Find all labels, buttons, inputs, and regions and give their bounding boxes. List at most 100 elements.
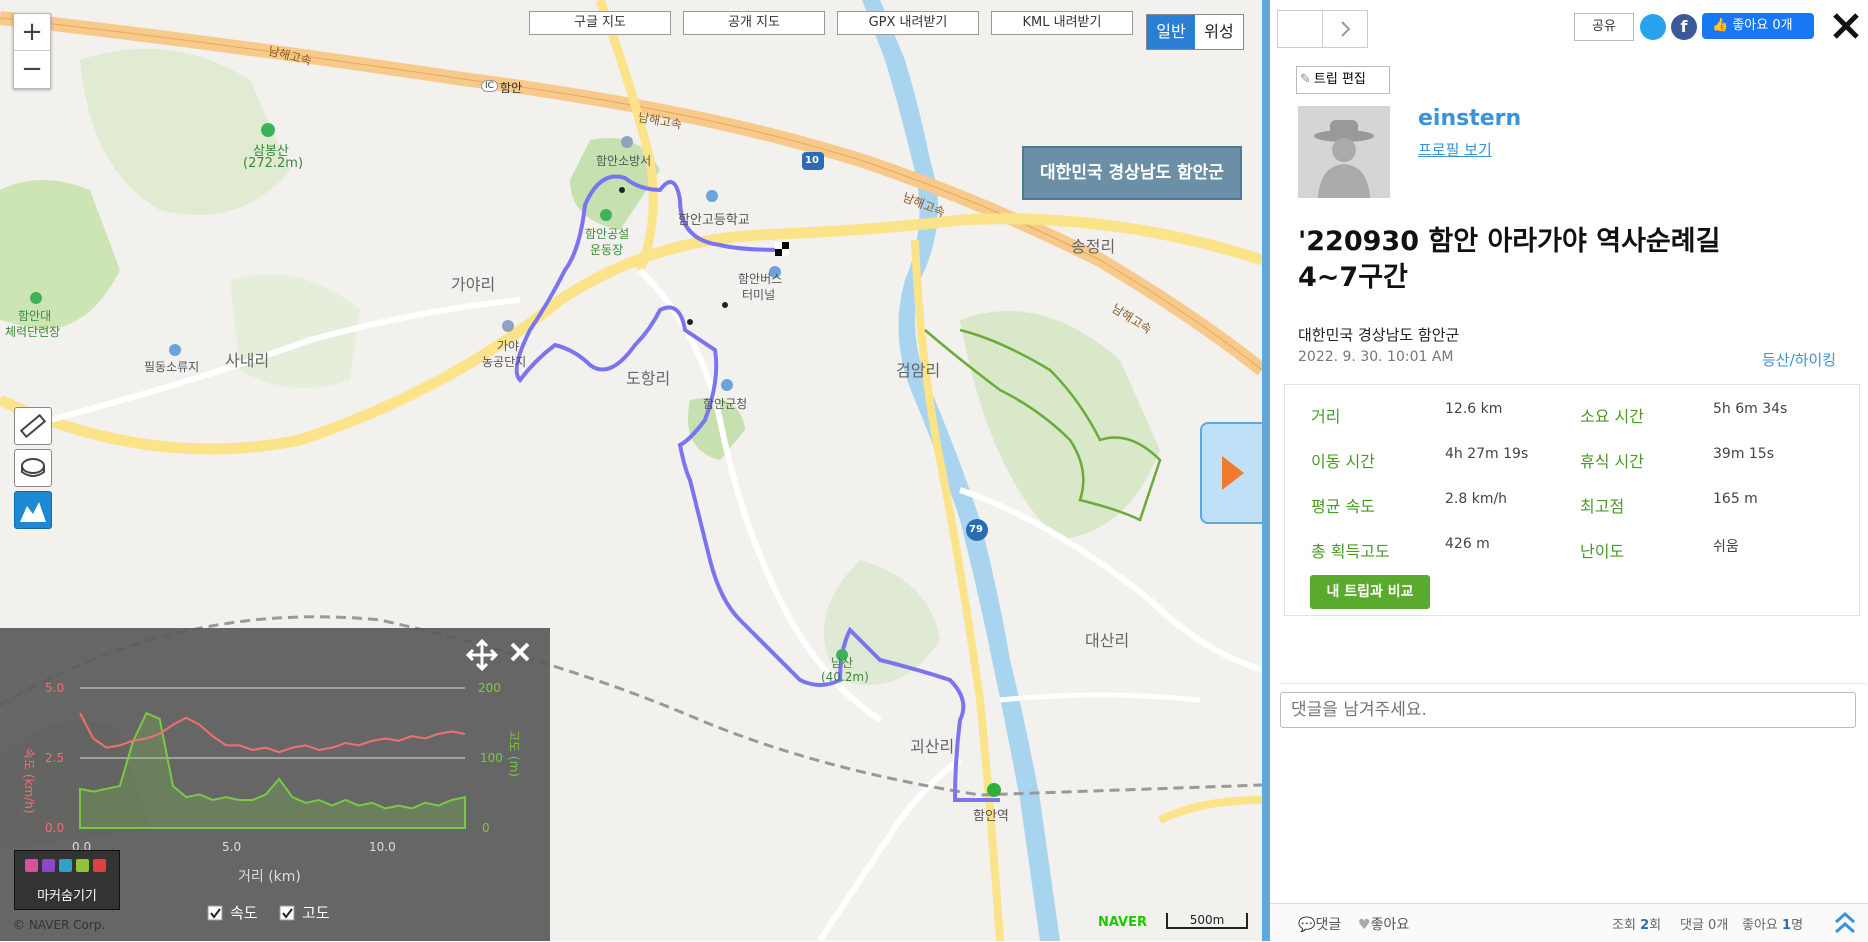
facebook-like-button[interactable]: 👍 좋아요 0개 [1702,13,1814,39]
mountain-label: 남산 [831,656,854,670]
poi-label: 함안소방서 [596,154,652,168]
close-panel-icon[interactable] [510,642,530,662]
like-count: 좋아요 1명 [1742,914,1803,933]
stat-label: 평균 속도 [1311,497,1375,516]
x-tick: 10.0 [369,840,396,854]
like-action-label: 좋아요 [1370,917,1410,933]
district-label: 대산리 [1085,631,1130,650]
comment-icon: 💬 [1298,917,1316,933]
trip-title-line: 4~7구간 [1298,262,1408,293]
stat-label: 총 획득고도 [1311,542,1390,561]
poi-label: 함안대 [18,309,52,323]
zoom-out-button[interactable]: − [14,50,50,87]
play-arrow-icon [1222,456,1244,490]
facebook-icon[interactable]: f [1671,14,1697,40]
view-count-value: 2 [1640,918,1650,933]
stat-label: 이동 시간 [1311,452,1375,471]
station-label: 함안역 [973,809,1009,824]
poi-label: 운동장 [590,243,624,257]
stat-label: 최고점 [1580,497,1625,516]
view-count-unit: 회 [1649,918,1662,933]
zoom-in-button[interactable]: + [14,14,50,50]
comment-action-label: 댓글 [1315,917,1342,933]
y-right-tick: 100 [480,751,503,765]
poi-label: 함안군청 [703,397,748,411]
view-count-label: 조회 [1612,918,1641,933]
map-type-toggle: 일반 위성 [1146,14,1244,50]
trip-category[interactable]: 등산/하이킹 [1762,349,1836,370]
tab-public-map[interactable]: 공개 지도 [683,11,825,35]
comment-count: 댓글 0개 [1680,918,1729,933]
compare-trip-button[interactable]: 내 트립과 비교 [1310,575,1430,609]
avatar[interactable] [1298,106,1390,198]
twitter-icon[interactable] [1640,14,1666,40]
stat-label: 거리 [1311,407,1341,426]
poi-label: 함안고등학교 [678,213,750,228]
like-button-label: 좋아요 0개 [1732,18,1793,33]
poi-label: 가야 [497,339,520,353]
username[interactable]: einstern [1418,106,1521,131]
panel-toggle-button[interactable] [1200,422,1262,524]
kml-download-button[interactable]: KML 내려받기 [991,11,1133,35]
chevron-right-icon [1341,21,1351,37]
route-number: 79 [969,524,983,535]
poi-label: 터미널 [742,288,776,302]
like-action[interactable]: ♥좋아요 [1358,914,1409,934]
ruler-tool-button[interactable] [14,407,52,445]
mountain-chart-icon [20,502,46,522]
stat-label: 소요 시간 [1580,407,1644,426]
marker-icons [25,859,106,872]
y-right-tick: 200 [478,681,501,695]
like-count-value: 1 [1782,918,1792,933]
right-axis-label: 고도 (m) [507,730,521,777]
district-label: 도항리 [626,369,671,388]
trip-location: 대한민국 경상남도 함안군 [1298,326,1460,344]
elevation-profile-button[interactable] [14,491,52,529]
map-type-satellite[interactable]: 위성 [1195,15,1243,49]
view-count: 조회 2회 [1612,914,1661,933]
ic-badge: IC [481,80,498,92]
stat-value: 5h 6m 34s [1713,401,1788,417]
prev-button[interactable] [1277,10,1323,48]
stat-value: 165 m [1713,491,1758,507]
share-button[interactable]: 공유 [1574,13,1634,41]
scroll-top-icon[interactable] [1832,910,1858,936]
altitude-checkbox[interactable] [279,905,295,921]
stat-label: 휴식 시간 [1580,452,1644,471]
trip-title: '220930 함안 아라가야 역사순례길 4~7구간 [1298,224,1720,296]
speed-checkbox[interactable] [207,905,223,921]
poi-label: 함안공설 [585,227,630,241]
y-left-tick: 2.5 [45,751,64,765]
district-label: 검암리 [896,361,941,380]
panel-footer: 💬댓글 ♥좋아요 조회 2회 댓글 0개 좋아요 1명 [1270,903,1868,942]
trip-datetime: 2022. 9. 30. 10:01 AM [1298,349,1454,365]
like-count-label: 좋아요 [1742,918,1783,933]
heart-icon: ♥ [1358,917,1371,933]
map-type-normal[interactable]: 일반 [1147,15,1195,49]
close-icon[interactable] [1828,8,1864,44]
mountain-height: (272.2m) [243,156,304,171]
map-view[interactable]: 남해고속 남해고속 남해고속 남해고속 IC 함안 삼봉산 (272.2m) 함… [0,0,1262,941]
next-button[interactable] [1322,10,1368,48]
thumbs-up-icon: 👍 [1712,18,1733,33]
map-scale: 500m [1166,913,1248,929]
marker-hide-label: 마커숨기기 [37,889,97,904]
gpx-download-button[interactable]: GPX 내려받기 [837,11,979,35]
comment-input[interactable] [1280,692,1856,728]
move-panel-icon[interactable] [465,638,499,672]
altitude-legend-label: 고도 [302,904,330,922]
marker-hide-button[interactable]: 마커숨기기 [14,850,120,910]
profile-link[interactable]: 프로필 보기 [1418,139,1492,160]
ruler-icon [19,413,47,439]
poi-label: 농공단지 [482,355,527,369]
edit-trip-button[interactable]: ✎ 트립 편집 [1296,66,1390,94]
x-tick: 5.0 [222,840,241,854]
tab-google-map[interactable]: 구글 지도 [529,11,671,35]
ic-label: 함안 [500,81,523,95]
y-right-tick: 0 [482,821,490,835]
stat-value: 4h 27m 19s [1445,446,1529,462]
like-count-unit: 명 [1791,918,1804,933]
comment-action[interactable]: 💬댓글 [1298,914,1341,934]
area-tool-button[interactable] [14,449,52,487]
y-left-tick: 0.0 [45,821,64,835]
